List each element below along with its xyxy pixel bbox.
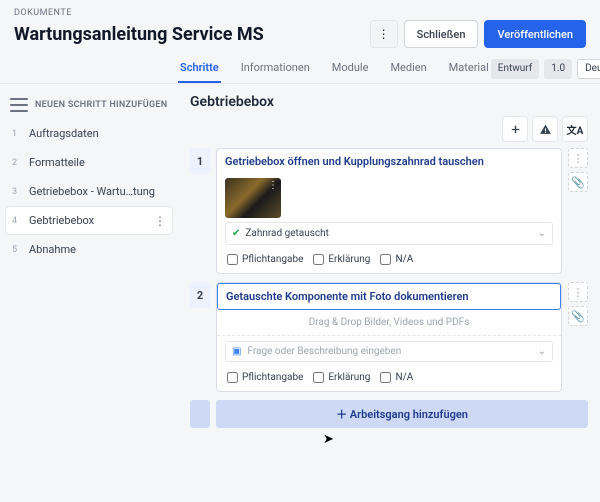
sidebar-item-2[interactable]: 2Formatteile	[6, 149, 172, 176]
add-step-button[interactable]: ＋ Arbeitsgang hinzufügen	[216, 400, 588, 428]
check-icon: ✔	[232, 228, 240, 239]
attachment-button[interactable]: 📎	[568, 306, 588, 326]
drop-zone[interactable]: Drag & Drop Bilder, Videos und PDFs	[217, 310, 561, 336]
kebab-icon: ⋮	[573, 152, 584, 165]
tab-medien[interactable]: Medien	[388, 54, 428, 83]
step-title[interactable]: Getriebebox öffnen und Kupplungszahnrad …	[217, 149, 561, 174]
sub-task[interactable]: ✔Zahnrad getauscht⌄	[225, 222, 553, 245]
publish-button[interactable]: Veröffentlichen	[484, 20, 586, 48]
tab-material[interactable]: Material	[447, 54, 491, 83]
step-number: 1	[190, 148, 210, 174]
chevron-down-icon: ⌄	[538, 346, 546, 357]
warning-icon	[539, 123, 552, 136]
sidebar-item-4[interactable]: 4Gebtriebebox⋮	[6, 207, 172, 234]
step-heading: Gebtriebebox	[190, 94, 588, 110]
add-step-label[interactable]: NEUEN SCHRITT HINZUFÜGEN	[35, 100, 167, 110]
warning-button[interactable]	[532, 116, 558, 142]
more-menu-button[interactable]: ⋮	[370, 20, 398, 48]
opt-na[interactable]: N/A	[380, 254, 413, 265]
step-menu-button[interactable]: ⋮	[568, 282, 588, 302]
status-badge: Entwurf	[491, 59, 539, 79]
step-thumbnail[interactable]	[225, 178, 281, 218]
tabs: Schritte Informationen Module Medien Mat…	[178, 54, 491, 83]
language-select[interactable]: Deutsch ▾	[577, 59, 600, 79]
tab-informationen[interactable]: Informationen	[239, 54, 312, 83]
step-menu-button[interactable]: ⋮	[568, 148, 588, 168]
translate-button[interactable]: 文A	[562, 116, 588, 142]
step-1: 1 Getriebebox öffnen und Kupplungszahnra…	[190, 148, 588, 274]
opt-erklaerung[interactable]: Erklärung	[313, 372, 370, 383]
question-input[interactable]: ▣Frage oder Beschreibung eingeben⌄	[225, 341, 553, 362]
kebab-icon: ⋮	[378, 27, 390, 41]
translate-icon: 文A	[567, 122, 584, 137]
kebab-icon: ⋮	[573, 286, 584, 299]
step-2: 2 Getauschte Komponente mit Foto dokumen…	[190, 282, 588, 392]
plus-icon	[509, 123, 522, 136]
sidebar-item-3[interactable]: 3Getriebebox - Wartu…tung	[6, 178, 172, 205]
add-step-stub	[190, 400, 210, 428]
opt-na[interactable]: N/A	[380, 372, 413, 383]
step-title-input[interactable]: Getauschte Komponente mit Foto dokumenti…	[217, 283, 561, 310]
opt-pflicht[interactable]: Pflichtangabe	[227, 372, 303, 383]
opt-erklaerung[interactable]: Erklärung	[313, 254, 370, 265]
plus-icon: ＋	[336, 408, 347, 421]
breadcrumb: DOKUMENTE	[14, 8, 586, 18]
add-button[interactable]	[502, 116, 528, 142]
paperclip-icon: 📎	[571, 176, 585, 189]
kebab-icon[interactable]: ⋮	[154, 215, 166, 227]
camera-icon: ▣	[232, 346, 241, 357]
tab-module[interactable]: Module	[330, 54, 371, 83]
close-button[interactable]: Schließen	[404, 20, 479, 48]
opt-pflicht[interactable]: Pflichtangabe	[227, 254, 303, 265]
chevron-down-icon: ⌄	[538, 228, 546, 239]
step-number: 2	[190, 282, 210, 308]
sidebar-item-1[interactable]: 1Auftragsdaten	[6, 120, 172, 147]
page-title: Wartungsanleitung Service MS	[14, 24, 264, 45]
tab-schritte[interactable]: Schritte	[178, 54, 221, 83]
paperclip-icon: 📎	[571, 310, 585, 323]
attachment-button[interactable]: 📎	[568, 172, 588, 192]
menu-icon[interactable]	[10, 98, 28, 112]
version-badge: 1.0	[544, 59, 572, 79]
sidebar-item-5[interactable]: 5Abnahme	[6, 236, 172, 263]
